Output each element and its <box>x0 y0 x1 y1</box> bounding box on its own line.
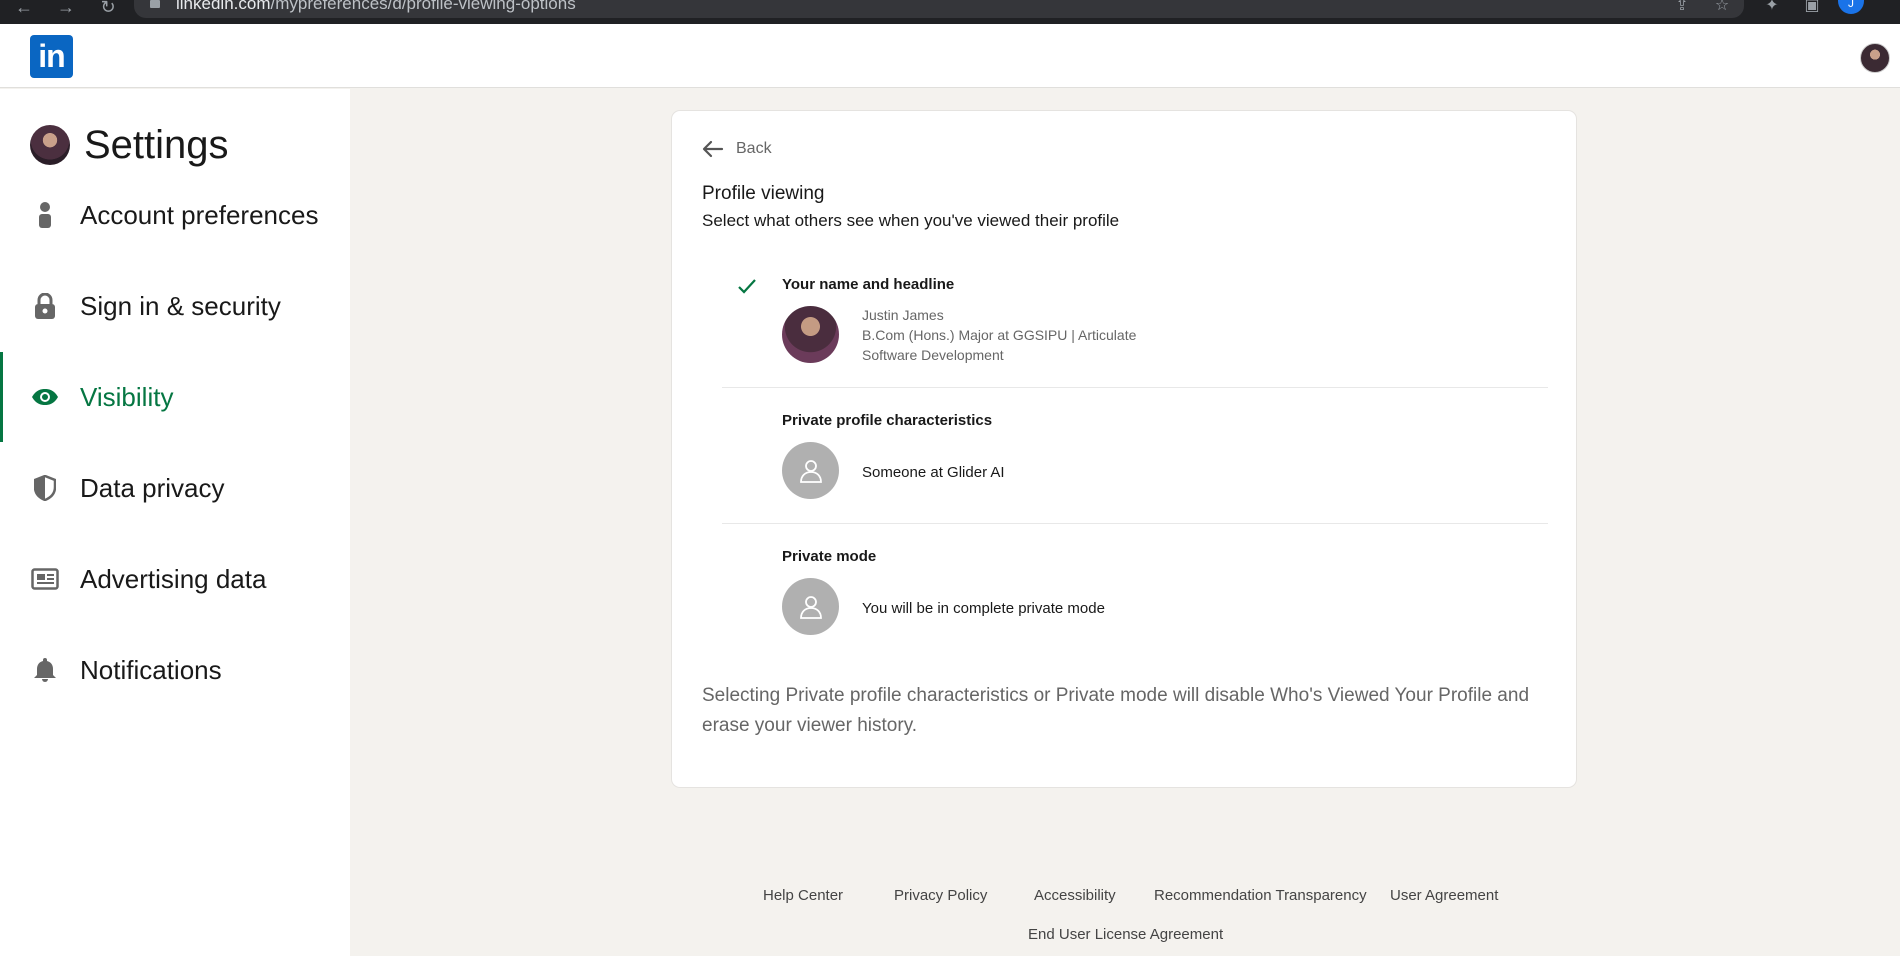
newspaper-icon <box>30 568 60 590</box>
section-title: Profile viewing <box>702 183 825 204</box>
sidebar-item-notifications[interactable]: Notifications <box>0 625 350 715</box>
sidepanel-icon[interactable]: ▣ <box>1800 0 1824 16</box>
top-navbar: in <box>0 24 1900 88</box>
divider <box>722 523 1548 524</box>
option-label: Your name and headline <box>782 276 955 293</box>
avatar <box>782 306 839 363</box>
sidebar-item-label: Data privacy <box>80 472 225 503</box>
sidebar-item-sign-in-security[interactable]: Sign in & security <box>0 261 350 351</box>
profile-viewing-card: Back Profile viewing Select what others … <box>672 111 1576 787</box>
option-preview-text: Someone at Glider AI <box>862 464 1005 481</box>
settings-header: Settings <box>30 123 229 167</box>
option-private-characteristics[interactable]: Private profile characteristics Someone … <box>722 412 1548 512</box>
forward-nav-icon[interactable]: → <box>54 0 78 24</box>
option-private-mode[interactable]: Private mode You will be in complete pri… <box>722 548 1548 648</box>
back-button[interactable]: Back <box>702 137 772 161</box>
footer-link-eula[interactable]: End User License Agreement <box>1028 926 1223 943</box>
option-preview: Justin James B.Com (Hons.) Major at GGSI… <box>862 305 1136 365</box>
option-name-headline[interactable]: Your name and headline Justin James B.Co… <box>722 276 1548 376</box>
avatar <box>30 125 70 165</box>
sidebar-item-label: Sign in & security <box>80 290 281 321</box>
option-preview-text: You will be in complete private mode <box>862 600 1105 617</box>
eye-icon <box>30 388 60 406</box>
extensions-icon[interactable]: ✦ <box>1760 0 1784 16</box>
sidebar-item-label: Advertising data <box>80 563 267 594</box>
footer-link-user-agreement[interactable]: User Agreement <box>1390 887 1498 904</box>
sidebar-item-data-privacy[interactable]: Data privacy <box>0 443 350 533</box>
settings-sidebar: Settings Account preferences Sign in & s… <box>0 89 350 956</box>
bell-icon <box>30 657 60 683</box>
share-icon[interactable]: ⇪ <box>1670 0 1694 16</box>
preview-headline-line2: Software Development <box>862 347 1004 363</box>
preview-headline-line1: B.Com (Hons.) Major at GGSIPU | Articula… <box>862 327 1137 343</box>
sidebar-item-label: Notifications <box>80 654 222 685</box>
check-icon <box>738 279 756 294</box>
ghost-avatar-icon <box>782 578 839 635</box>
option-label: Private profile characteristics <box>782 412 993 429</box>
lock-icon <box>30 293 60 319</box>
footer-link-recommendation-transparency[interactable]: Recommendation Transparency <box>1154 887 1367 904</box>
browser-profile-avatar[interactable]: J <box>1838 0 1864 14</box>
preview-name: Justin James <box>862 307 944 323</box>
back-nav-icon[interactable]: ← <box>12 0 36 24</box>
arrow-left-icon <box>702 140 724 158</box>
person-icon <box>30 202 60 228</box>
user-avatar[interactable] <box>1860 43 1890 73</box>
shield-icon <box>30 475 60 501</box>
linkedin-logo[interactable]: in <box>30 35 73 78</box>
sidebar-item-advertising-data[interactable]: Advertising data <box>0 534 350 624</box>
star-icon[interactable]: ☆ <box>1710 0 1734 16</box>
section-subtitle: Select what others see when you've viewe… <box>702 211 1120 230</box>
browser-toolbar: ← → ↻ linkedin.com/mypreferences/d/profi… <box>0 0 1900 24</box>
option-label: Private mode <box>782 548 877 565</box>
lock-icon <box>150 0 160 8</box>
sidebar-item-visibility[interactable]: Visibility <box>0 352 350 442</box>
footer-link-privacy-policy[interactable]: Privacy Policy <box>894 887 987 904</box>
footer-link-accessibility[interactable]: Accessibility <box>1034 887 1116 904</box>
url-text[interactable]: linkedin.com/mypreferences/d/profile-vie… <box>176 0 576 14</box>
sidebar-item-label: Visibility <box>80 381 174 412</box>
divider <box>722 387 1548 388</box>
sidebar-item-account-preferences[interactable]: Account preferences <box>0 170 350 260</box>
page-title: Settings <box>84 122 229 167</box>
sidebar-item-label: Account preferences <box>80 199 319 230</box>
back-label: Back <box>736 140 772 157</box>
ghost-avatar-icon <box>782 442 839 499</box>
footer-link-help-center[interactable]: Help Center <box>763 887 843 904</box>
reload-icon[interactable]: ↻ <box>96 0 120 24</box>
disclaimer-note: Selecting Private profile characteristic… <box>702 685 1530 736</box>
